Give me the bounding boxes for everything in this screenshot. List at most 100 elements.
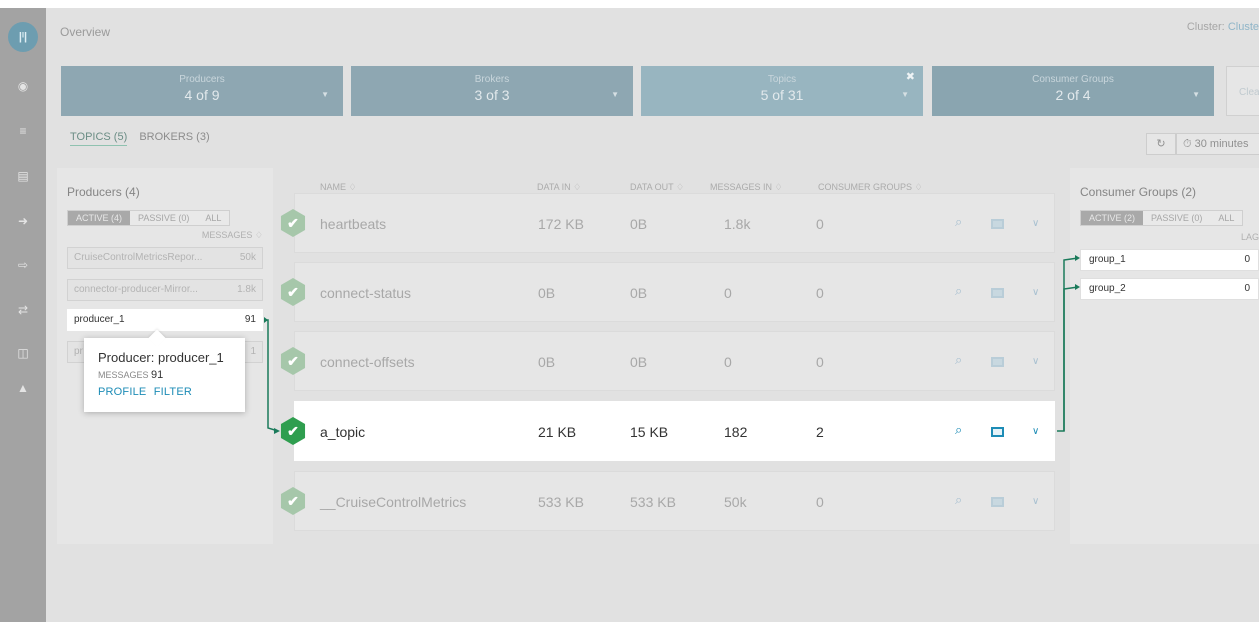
tooltip-title: Producer: producer_1 — [98, 350, 224, 365]
producer-name: connector-producer-Mirror... — [74, 284, 198, 295]
search-icon[interactable]: ⌕ — [955, 352, 962, 368]
chevron-down-icon[interactable]: ∨ — [1032, 426, 1039, 437]
data-explorer-icon[interactable] — [991, 357, 1004, 367]
segment-active[interactable]: ACTIVE (2) — [1081, 211, 1144, 225]
replication-icon[interactable]: ⇄ — [0, 303, 46, 317]
consumers-segment: ACTIVE (2) PASSIVE (0) ALL — [1080, 210, 1244, 226]
refresh-button[interactable]: ↻ — [1146, 133, 1176, 155]
chevron-down-icon[interactable]: ∨ — [1032, 496, 1039, 507]
search-icon[interactable]: ⌕ — [955, 283, 962, 299]
topic-consumer-groups: 2 — [816, 424, 824, 440]
filter-value: 3 of 3 — [474, 87, 510, 103]
view-tabs: TOPICS (5) BROKERS (3) — [70, 131, 219, 146]
nav-rail: |ᴵ| ◉ ≡ ▤ ➜ ⇨ ⇄ ◫ ▲ — [0, 8, 46, 622]
alerts-icon[interactable]: ▲ — [0, 381, 46, 395]
consumer-group-name: group_2 — [1089, 283, 1126, 294]
segment-all[interactable]: ALL — [197, 211, 229, 225]
topic-name: heartbeats — [320, 216, 387, 232]
filter-value: 5 of 31 — [760, 87, 804, 103]
consumer-groups-panel: Consumer Groups (2) ACTIVE (2) PASSIVE (… — [1070, 168, 1259, 544]
topic-consumer-groups: 0 — [816, 285, 824, 301]
consumers-icon[interactable]: ⇨ — [0, 258, 46, 272]
consumer-group-name: group_1 — [1089, 254, 1126, 265]
consumer-group-row[interactable]: group_1 0 — [1080, 249, 1259, 271]
search-icon[interactable]: ⌕ — [955, 492, 962, 508]
producers-segment: ACTIVE (4) PASSIVE (0) ALL — [67, 210, 231, 226]
filter-link[interactable]: FILTER — [154, 386, 192, 398]
search-icon[interactable]: ⌕ — [955, 422, 962, 438]
column-messages-in[interactable]: MESSAGES IN ♢ — [710, 182, 783, 193]
chevron-down-icon[interactable]: ∨ — [1032, 218, 1039, 229]
tooltip-messages-label: MESSAGES — [98, 370, 149, 380]
segment-all[interactable]: ALL — [1210, 211, 1242, 225]
dashboard-icon[interactable]: ◉ — [0, 79, 46, 93]
tab-brokers[interactable]: BROKERS (3) — [139, 131, 209, 143]
clear-filter-icon[interactable]: ✖ — [906, 70, 915, 83]
tab-topics[interactable]: TOPICS (5) — [70, 131, 128, 146]
producer-row[interactable]: CruiseControlMetricsRepor... 50k — [67, 247, 263, 269]
topic-consumer-groups: 0 — [816, 494, 824, 510]
producers-title: Producers (4) — [67, 185, 140, 199]
schema-icon[interactable]: ◫ — [0, 346, 46, 360]
tooltip-messages: MESSAGES 91 — [98, 369, 245, 381]
data-explorer-icon[interactable] — [991, 497, 1004, 507]
topic-name: connect-status — [320, 285, 412, 301]
column-consumer-groups[interactable]: CONSUMER GROUPS ♢ — [818, 182, 923, 193]
producers-icon[interactable]: ➜ — [0, 214, 46, 228]
topic-row[interactable]: connect-offsets 0B 0B 0 0 ⌕ ∨ — [294, 331, 1055, 391]
filter-label: Producers — [179, 74, 225, 85]
topic-row-selected[interactable]: a_topic 21 KB 15 KB 182 2 ⌕ ∨ — [294, 401, 1055, 461]
data-explorer-icon[interactable] — [991, 288, 1004, 298]
topic-data-out: 0B — [630, 285, 648, 301]
messages-column-header[interactable]: MESSAGES ♢ — [202, 230, 263, 241]
consumer-group-lag: 0 — [1244, 283, 1250, 294]
producer-name: CruiseControlMetricsRepor... — [74, 252, 203, 263]
cluster-value[interactable]: Cluste — [1228, 21, 1259, 33]
brokers-filter[interactable]: Brokers 3 of 3 ▼ — [351, 66, 633, 116]
column-name[interactable]: NAME ♢ — [320, 182, 357, 193]
topic-name: __CruiseControlMetrics — [320, 494, 467, 510]
topic-data-in: 21 KB — [538, 424, 577, 440]
producer-count: 1 — [250, 346, 256, 357]
topic-row[interactable]: __CruiseControlMetrics 533 KB 533 KB 50k… — [294, 471, 1055, 531]
cluster-selector[interactable]: Cluster: Cluste — [1187, 21, 1259, 33]
producer-count: 1.8k — [237, 284, 256, 295]
search-icon[interactable]: ⌕ — [955, 214, 962, 230]
topic-data-in: 172 KB — [538, 216, 584, 232]
consumer-group-row[interactable]: group_2 0 — [1080, 278, 1259, 300]
topic-row[interactable]: heartbeats 172 KB 0B 1.8k 0 ⌕ ∨ — [294, 193, 1055, 253]
segment-active[interactable]: ACTIVE (4) — [68, 211, 131, 225]
caret-down-icon: ▼ — [321, 90, 329, 99]
breadcrumb: Overview — [60, 25, 111, 39]
segment-passive[interactable]: PASSIVE (0) — [1143, 211, 1210, 225]
app-logo[interactable]: |ᴵ| — [8, 22, 38, 52]
clear-all-button[interactable]: Clea — [1226, 66, 1259, 116]
chevron-down-icon[interactable]: ∨ — [1032, 356, 1039, 367]
topic-messages-in: 50k — [724, 494, 747, 510]
producer-count: 50k — [239, 252, 256, 263]
topic-data-out: 15 KB — [630, 424, 669, 440]
producer-row[interactable]: connector-producer-Mirror... 1.8k — [67, 279, 263, 301]
topics-filter[interactable]: ✖ Topics 5 of 31 ▼ — [641, 66, 923, 116]
topic-data-in: 0B — [538, 285, 556, 301]
time-range-selector[interactable]: ⏱ 30 minutes — [1176, 133, 1259, 155]
topics-icon[interactable]: ≡ — [0, 124, 46, 138]
profile-link[interactable]: PROFILE — [98, 386, 146, 398]
topic-messages-in: 1.8k — [724, 216, 751, 232]
consumer-groups-filter[interactable]: Consumer Groups 2 of 4 ▼ — [932, 66, 1214, 116]
topic-data-in: 533 KB — [538, 494, 584, 510]
brokers-icon[interactable]: ▤ — [0, 169, 46, 183]
tooltip-links: PROFILE FILTER — [98, 386, 245, 398]
data-explorer-icon[interactable] — [991, 427, 1004, 437]
topic-data-out: 533 KB — [630, 494, 676, 510]
chevron-down-icon[interactable]: ∨ — [1032, 287, 1039, 298]
column-data-in[interactable]: DATA IN ♢ — [537, 182, 581, 193]
column-data-out[interactable]: DATA OUT ♢ — [630, 182, 684, 193]
producer-row-selected[interactable]: producer_1 91 — [67, 309, 263, 331]
data-explorer-icon[interactable] — [991, 219, 1004, 229]
cluster-label: Cluster: — [1186, 21, 1225, 33]
segment-passive[interactable]: PASSIVE (0) — [130, 211, 197, 225]
producers-filter[interactable]: Producers 4 of 9 ▼ — [61, 66, 343, 116]
lag-column-header[interactable]: LAG — [1241, 232, 1259, 242]
topic-row[interactable]: connect-status 0B 0B 0 0 ⌕ ∨ — [294, 262, 1055, 322]
